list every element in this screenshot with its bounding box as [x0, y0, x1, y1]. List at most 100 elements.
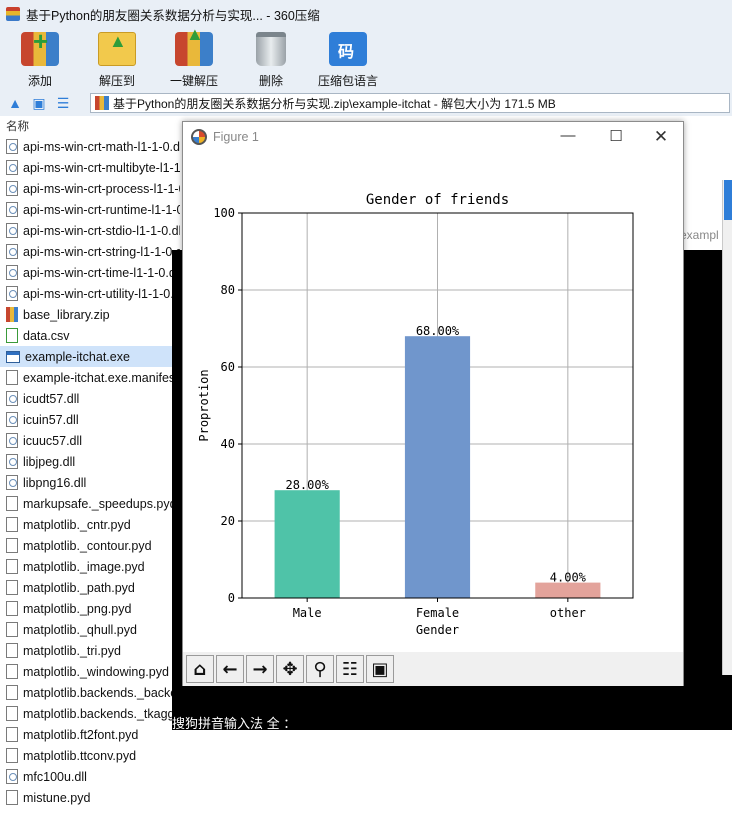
file-name: mistune.pyd — [23, 790, 91, 805]
x-tick-label: Male — [293, 606, 322, 620]
file-file-icon — [6, 517, 18, 532]
file-name: icuin57.dll — [23, 412, 79, 427]
configure-subplots-button[interactable]: ☷ — [336, 655, 364, 683]
data-label: 68.00% — [416, 324, 460, 338]
file-row[interactable]: api-ms-win-crt-time-l1-1-0.dll — [0, 262, 180, 283]
file-row[interactable]: matplotlib._windowing.pyd — [0, 661, 180, 682]
file-row[interactable]: api-ms-win-crt-string-l1-1-0.dll — [0, 241, 180, 262]
file-name: base_library.zip — [23, 307, 110, 322]
file-row[interactable]: matplotlib.ft2font.pyd — [0, 724, 180, 745]
delete-button[interactable]: 删除 — [235, 28, 307, 90]
zoom-button[interactable]: ⚲ — [306, 655, 334, 683]
one-click-extract-label: 一键解压 — [169, 74, 218, 88]
pan-button[interactable]: ✥ — [276, 655, 304, 683]
maximize-button[interactable]: ☐ — [601, 127, 631, 147]
file-name: api-ms-win-crt-math-l1-1-0.dll — [23, 139, 180, 154]
large-icons-view-icon[interactable]: ▣ — [30, 94, 48, 112]
file-row[interactable]: libpng16.dll — [0, 472, 180, 493]
x-axis-label: Gender — [416, 623, 459, 637]
file-row[interactable]: api-ms-win-crt-runtime-l1-1-0.dll — [0, 199, 180, 220]
back-button[interactable]: ← — [216, 655, 244, 683]
file-row[interactable]: data.csv — [0, 325, 180, 346]
x-tick-label: other — [550, 606, 586, 620]
file-row[interactable]: matplotlib._contour.pyd — [0, 535, 180, 556]
figure-window: Figure 1 — ☐ ✕ 28.00% 68.00% 4.00% 0 20 40 60 8… — [182, 121, 684, 686]
file-row[interactable]: matplotlib._path.pyd — [0, 577, 180, 598]
list-view-icon[interactable]: ☰ — [54, 94, 72, 112]
home-icon: ⌂ — [193, 658, 207, 680]
file-file-icon — [6, 790, 18, 805]
archive-language-label: 压缩包语言 — [317, 74, 378, 88]
file-name: matplotlib.backends._backend_agg.pyd — [23, 685, 180, 700]
forward-button[interactable]: → — [246, 655, 274, 683]
name-column-header[interactable]: 名称 — [0, 118, 180, 136]
file-file-icon — [6, 685, 18, 700]
file-name: api-ms-win-crt-utility-l1-1-0.dll — [23, 286, 180, 301]
file-row[interactable]: matplotlib._image.pyd — [0, 556, 180, 577]
file-row[interactable]: api-ms-win-crt-multibyte-l1-1-0.dll — [0, 157, 180, 178]
extract-to-label: 解压到 — [98, 74, 135, 88]
y-tick-label: 40 — [221, 437, 235, 451]
file-file-icon — [6, 748, 18, 763]
file-file-icon — [6, 496, 18, 511]
y-axis-label: Proprotion — [197, 369, 211, 441]
file-name: matplotlib.ttconv.pyd — [23, 748, 137, 763]
one-click-extract-button[interactable]: 一键解压 — [158, 24, 230, 90]
file-row[interactable]: mistune.pyd — [0, 787, 180, 808]
path-field[interactable]: 基于Python的朋友圈关系数据分析与实现.zip\example-itchat… — [90, 93, 730, 113]
file-row[interactable]: api-ms-win-crt-math-l1-1-0.dll — [0, 136, 180, 157]
file-row[interactable]: example-itchat.exe.manifest — [0, 367, 180, 388]
file-row[interactable]: mfc100u.dll — [0, 766, 180, 787]
archive-language-button[interactable]: 压缩包语言 — [312, 28, 384, 90]
file-name: icuuc57.dll — [23, 433, 83, 448]
file-row[interactable]: markupsafe._speedups.pyd — [0, 493, 180, 514]
close-button[interactable]: ✕ — [646, 127, 676, 147]
file-name: matplotlib._qhull.pyd — [23, 622, 137, 637]
one-click-extract-icon — [175, 24, 213, 66]
file-name: matplotlib.ft2font.pyd — [23, 727, 139, 742]
dll-file-icon — [6, 265, 18, 280]
file-row[interactable]: icuin57.dll — [0, 409, 180, 430]
file-row[interactable]: matplotlib._cntr.pyd — [0, 514, 180, 535]
file-row[interactable]: matplotlib._qhull.pyd — [0, 619, 180, 640]
forward-arrow-icon: → — [252, 658, 268, 680]
file-row[interactable]: matplotlib.ttconv.pyd — [0, 745, 180, 766]
up-arrow-icon[interactable]: ▲ — [6, 94, 24, 112]
file-row[interactable]: libjpeg.dll — [0, 451, 180, 472]
save-button[interactable]: ▣ — [366, 655, 394, 683]
figure-title: Figure 1 — [213, 130, 259, 144]
y-tick-label: 60 — [221, 360, 235, 374]
file-row[interactable]: matplotlib._tri.pyd — [0, 640, 180, 661]
file-name: matplotlib._image.pyd — [23, 559, 145, 574]
add-button[interactable]: 添加 — [4, 26, 76, 90]
bar-chart: 28.00% 68.00% 4.00% 0 20 40 60 80 100 Male Female o… — [197, 192, 634, 637]
file-row[interactable]: api-ms-win-crt-process-l1-1-0.dll — [0, 178, 180, 199]
file-row[interactable]: matplotlib.backends._tkagg.pyd — [0, 703, 180, 724]
file-row[interactable]: api-ms-win-crt-stdio-l1-1-0.dll — [0, 220, 180, 241]
pan-icon: ✥ — [282, 658, 298, 680]
dll-file-icon — [6, 244, 18, 259]
extract-to-button[interactable]: 解压到 — [81, 28, 153, 90]
trash-icon — [256, 32, 286, 66]
file-file-icon — [6, 538, 18, 553]
home-button[interactable]: ⌂ — [186, 655, 214, 683]
file-row[interactable]: matplotlib._png.pyd — [0, 598, 180, 619]
delete-label: 删除 — [258, 74, 283, 88]
file-row[interactable]: matplotlib.backends._backend_agg.pyd — [0, 682, 180, 703]
file-row[interactable]: example-itchat.exe — [0, 346, 180, 367]
file-file-icon — [6, 727, 18, 742]
minimize-button[interactable]: — — [553, 127, 583, 147]
y-tick-label: 0 — [228, 591, 235, 605]
file-row[interactable]: base_library.zip — [0, 304, 180, 325]
file-name: matplotlib._tri.pyd — [23, 643, 121, 658]
file-row[interactable]: icudt57.dll — [0, 388, 180, 409]
dll-file-icon — [6, 412, 18, 427]
file-row[interactable]: icuuc57.dll — [0, 430, 180, 451]
back-arrow-icon: ← — [222, 658, 238, 680]
file-file-icon — [6, 643, 18, 658]
file-row[interactable]: api-ms-win-crt-utility-l1-1-0.dll — [0, 283, 180, 304]
address-bar: ▲ ▣ ☰ 基于Python的朋友圈关系数据分析与实现.zip\example-… — [0, 90, 732, 116]
file-name: example-itchat.exe — [25, 349, 130, 364]
file-name: api-ms-win-crt-multibyte-l1-1-0.dll — [23, 160, 180, 175]
file-name: api-ms-win-crt-stdio-l1-1-0.dll — [23, 223, 180, 238]
